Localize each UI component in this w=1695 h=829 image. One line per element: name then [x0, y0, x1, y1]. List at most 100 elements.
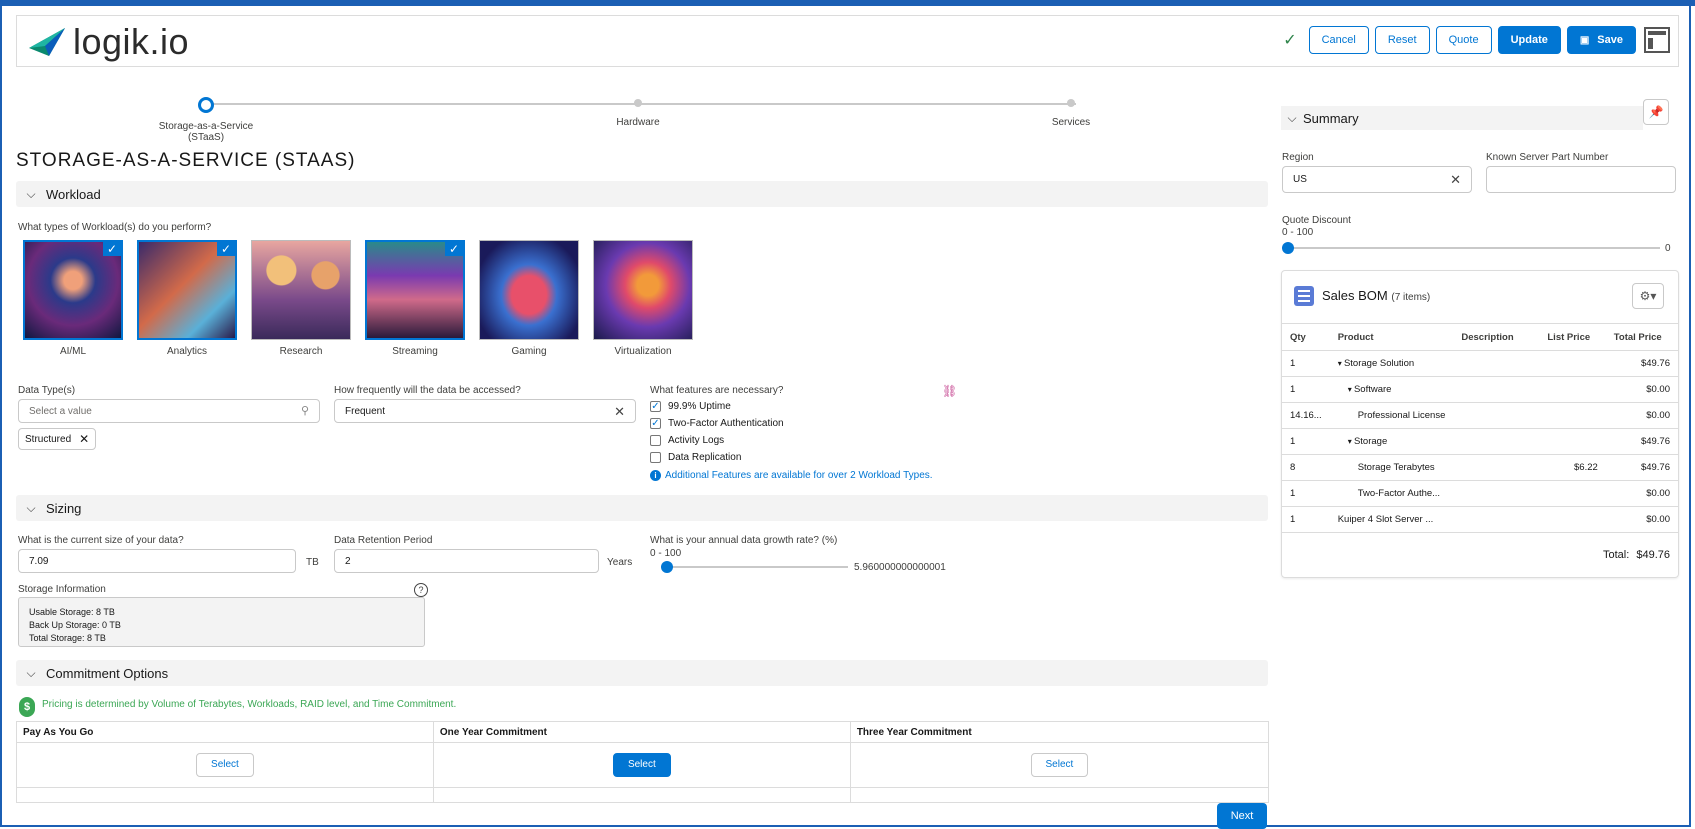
total-price-value: $49.76: [1640, 462, 1670, 473]
feature-uptime[interactable]: ✓ 99.9% Uptime: [650, 401, 731, 412]
feature-label: Activity Logs: [668, 435, 725, 446]
workload-tile-research[interactable]: [251, 240, 351, 340]
discount-label: Quote Discount: [1282, 215, 1351, 226]
empty-cell: [849, 787, 1270, 803]
column-header: One Year Commitment: [432, 721, 851, 743]
step-dot: [1067, 99, 1075, 107]
save-label: Save: [1597, 34, 1623, 46]
total-price-value: $0.00: [1646, 514, 1670, 525]
pin-icon[interactable]: 📌: [1643, 99, 1669, 125]
cancel-button[interactable]: Cancel: [1308, 26, 1369, 54]
bom-title-text: Sales BOM: [1322, 288, 1388, 303]
bom-row[interactable]: 1 ▾ Storage Solution $49.76: [1282, 350, 1678, 377]
bom-description: [1453, 506, 1540, 533]
column-header: Three Year Commitment: [849, 721, 1270, 743]
qty-value: 1: [1290, 384, 1296, 395]
tile-label: AI/ML: [59, 346, 87, 357]
bom-description: [1453, 350, 1540, 377]
feature-data-replication[interactable]: Data Replication: [650, 452, 741, 463]
list-price-value: $6.22: [1574, 462, 1598, 473]
features-label: What features are necessary?: [650, 385, 784, 396]
gear-icon[interactable]: ⚙▾: [1632, 283, 1664, 309]
total-price-value: $49.76: [1640, 358, 1670, 369]
size-input[interactable]: 7.09: [18, 549, 296, 573]
update-button[interactable]: Update: [1497, 26, 1561, 54]
checkbox-checked[interactable]: ✓: [650, 401, 661, 412]
data-type-combobox[interactable]: Select a value ⚲: [18, 399, 320, 423]
step-storage[interactable]: Storage-as-a-Service (STaaS): [140, 97, 272, 143]
bom-total-price: $0.00: [1605, 480, 1678, 507]
clear-icon[interactable]: ✕: [614, 404, 625, 420]
reset-button[interactable]: Reset: [1374, 26, 1430, 54]
check-icon: ✓: [445, 242, 463, 256]
growth-slider-track[interactable]: [662, 566, 848, 568]
data-type-pill[interactable]: Structured ✕: [18, 428, 97, 450]
section-commitment-header[interactable]: ⌵ Commitment Options: [16, 660, 1268, 686]
qty-value: 1: [1290, 488, 1296, 499]
retention-input[interactable]: 2: [334, 549, 599, 573]
step-label: Hardware: [616, 117, 660, 128]
growth-slider-thumb[interactable]: [661, 561, 673, 573]
bom-row[interactable]: 1 ▾ Storage $49.76: [1282, 428, 1678, 455]
bom-qty: 1: [1282, 376, 1330, 403]
feature-activity-logs[interactable]: Activity Logs: [650, 435, 724, 446]
feature-two-factor[interactable]: ✓ Two-Factor Authentication: [650, 418, 784, 429]
bom-row[interactable]: 14.16... Professional License $0.00: [1282, 402, 1678, 429]
info-text: Additional Features are available for ov…: [665, 470, 933, 481]
growth-range: 0 - 100: [650, 548, 682, 559]
region-combobox[interactable]: US ✕: [1282, 166, 1472, 193]
discount-slider-track[interactable]: [1288, 247, 1660, 249]
feature-label: 99.9% Uptime: [668, 401, 731, 412]
section-sizing-header[interactable]: ⌵ Sizing: [16, 495, 1268, 521]
bom-row[interactable]: 1 Kuiper 4 Slot Server ... $0.00: [1282, 506, 1678, 533]
bom-description: [1453, 480, 1540, 507]
quote-button[interactable]: Quote: [1435, 26, 1492, 54]
product-name: Kuiper 4 Slot Server ...: [1337, 514, 1434, 525]
link-icon[interactable]: ⛓: [942, 384, 957, 398]
step-services[interactable]: Services: [1031, 98, 1111, 128]
info-icon: i: [650, 470, 661, 481]
help-icon[interactable]: ?: [414, 583, 428, 597]
product-name: Storage Solution: [1343, 358, 1415, 369]
workload-tile-gaming[interactable]: [479, 240, 579, 340]
discount-slider-thumb[interactable]: [1282, 242, 1294, 254]
checkbox-unchecked[interactable]: [650, 452, 661, 463]
frequency-combobox[interactable]: Frequent ✕: [334, 399, 636, 423]
bom-row[interactable]: 1 ▾ Software $0.00: [1282, 376, 1678, 403]
select-one-year-button[interactable]: Select: [612, 753, 671, 777]
bom-total-price: $49.76: [1605, 428, 1678, 455]
step-hardware[interactable]: Hardware: [598, 98, 678, 128]
bom-row[interactable]: 8 Storage Terabytes $6.22 $49.76: [1282, 454, 1678, 481]
bom-qty: 1: [1282, 350, 1330, 377]
retention-label: Data Retention Period: [334, 535, 433, 546]
growth-label: What is your annual data growth rate? (%…: [650, 535, 838, 546]
section-workload-header[interactable]: ⌵ Workload: [16, 181, 1268, 207]
section-title: Commitment Options: [46, 665, 169, 681]
page-title: STORAGE-AS-A-SERVICE (STAAS): [16, 150, 356, 171]
part-number-input[interactable]: [1486, 166, 1676, 193]
storage-info-label: Storage Information: [18, 584, 106, 595]
summary-header[interactable]: ⌵ Summary: [1281, 106, 1643, 130]
additional-features-info[interactable]: i Additional Features are available for …: [650, 470, 933, 481]
checkbox-checked[interactable]: ✓: [650, 418, 661, 429]
close-icon[interactable]: ✕: [79, 432, 89, 446]
select-pay-as-you-go-button[interactable]: Select: [196, 753, 254, 777]
clear-icon[interactable]: ✕: [1450, 172, 1461, 188]
sales-bom-card: Sales BOM (7 items) ⚙▾ Qty Product Descr…: [1281, 270, 1679, 578]
checkbox-unchecked[interactable]: [650, 435, 661, 446]
bom-product: Two-Factor Authe...: [1329, 480, 1454, 507]
workload-tile-virtualization[interactable]: [593, 240, 693, 340]
select-three-year-button[interactable]: Select: [1030, 753, 1089, 777]
save-button[interactable]: ▣ Save: [1566, 26, 1636, 54]
storage-line: Total Storage: 8 TB: [29, 633, 106, 643]
total-price-value: $0.00: [1646, 488, 1670, 499]
workload-tile-streaming[interactable]: ✓: [365, 240, 465, 340]
workload-tile-analytics[interactable]: ✓: [137, 240, 237, 340]
pill-label: Structured: [25, 433, 72, 445]
bom-row[interactable]: 1 Two-Factor Authe... $0.00: [1282, 480, 1678, 507]
next-button[interactable]: Next: [1217, 803, 1267, 829]
step-dot-active: [198, 97, 214, 113]
bom-qty: 8: [1282, 454, 1330, 481]
layout-toggle-icon[interactable]: [1644, 27, 1670, 53]
workload-tile-aiml[interactable]: ✓: [23, 240, 123, 340]
